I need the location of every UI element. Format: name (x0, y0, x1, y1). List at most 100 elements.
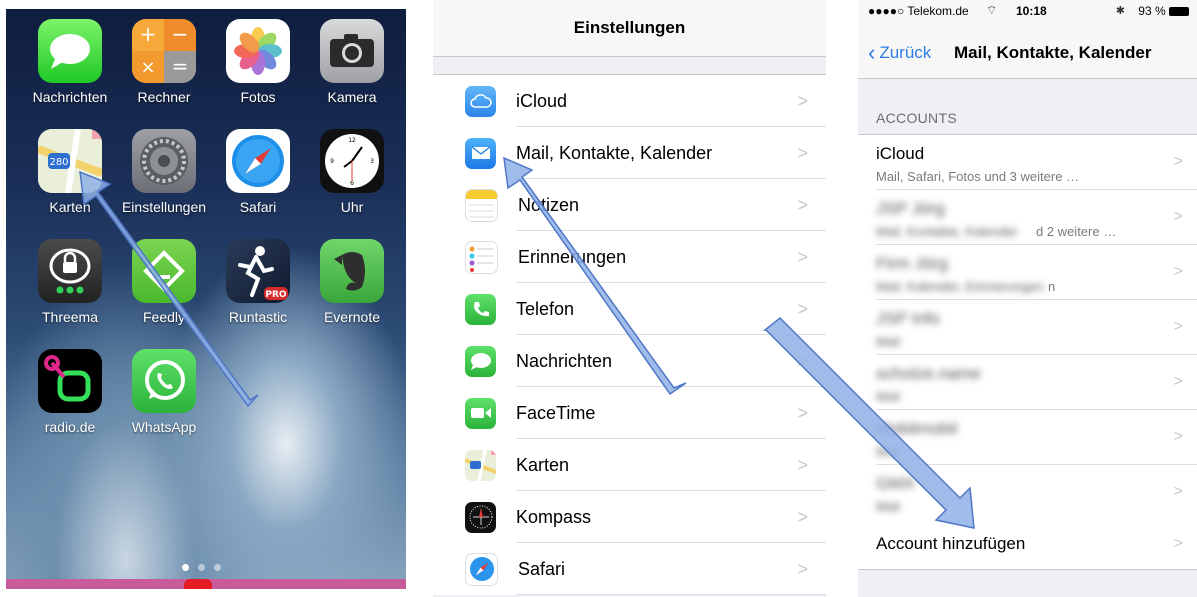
settings-item-label: Erinnerungen (518, 246, 627, 267)
chevron-left-icon: ‹ (868, 40, 876, 65)
chevron-right-icon: > (797, 507, 808, 527)
app-kamera[interactable]: Kamera (304, 19, 400, 105)
chevron-right-icon: > (1173, 153, 1183, 170)
clock-icon: 12 3 6 9 (320, 129, 384, 193)
mail-accounts-screen: ●●●●○ Telekom.de ⌔ 10:18 ✱ 93 % ‹ Zurück… (858, 0, 1197, 597)
app-feedly[interactable]: Feedly (116, 239, 212, 325)
svg-text:PRO: PRO (265, 290, 287, 300)
app-label: WhatsApp (131, 419, 197, 435)
settings-item-mail[interactable]: Mail, Kontakte, Kalender > (433, 127, 826, 179)
settings-title: Einstellungen (433, 0, 826, 57)
accounts-list: iCloud Mail, Safari, Fotos und 3 weitere… (858, 134, 1197, 520)
feedly-icon (132, 239, 196, 303)
status-time: 10:18 (1016, 4, 1047, 18)
chevron-right-icon: > (1173, 263, 1183, 280)
app-uhr[interactable]: 12 3 6 9 Uhr (304, 129, 400, 215)
safari-icon (465, 552, 498, 586)
back-button[interactable]: ‹ Zurück (868, 42, 931, 64)
app-rechner[interactable]: + − × = Rechner (116, 19, 212, 105)
settings-item-notizen[interactable]: Notizen > (433, 179, 826, 231)
settings-item-erinnerungen[interactable]: Erinnerungen > (433, 231, 826, 283)
account-row-blurred[interactable]: Mobilmobil Mail > (858, 410, 1197, 465)
app-safari[interactable]: Safari (210, 129, 306, 215)
add-account-label: Account hinzufügen (876, 534, 1026, 553)
account-services: Mail, Kontakte, Kalender (876, 224, 1018, 239)
calculator-icon: + − × = (132, 19, 196, 83)
settings-item-label: iCloud (516, 90, 568, 111)
settings-item-label: Nachrichten (516, 350, 613, 371)
radio-icon (38, 349, 102, 413)
battery-percent: 93 % (1138, 4, 1166, 18)
app-einstellungen[interactable]: Einstellungen (116, 129, 212, 215)
svg-text:280: 280 (49, 157, 68, 168)
account-name: Mobilmobil (876, 419, 958, 438)
account-name: JSP Jörg (876, 199, 945, 218)
notes-icon (465, 188, 498, 222)
account-name: iCloud (876, 144, 925, 163)
chevron-right-icon: > (1173, 483, 1183, 500)
account-row-blurred[interactable]: scholze.name Mail > (858, 355, 1197, 410)
threema-icon (38, 239, 102, 303)
page-title: Mail, Kontakte, Kalender (954, 43, 1152, 62)
app-label: Karten (49, 199, 91, 215)
app-radio[interactable]: radio.de (22, 349, 118, 435)
account-row-blurred[interactable]: Firm Jörg Mail, Kalender, Erinnerungen n… (858, 245, 1197, 300)
account-services: Mail (876, 389, 900, 404)
settings-item-facetime[interactable]: FaceTime > (433, 387, 826, 439)
settings-item-nachrichten[interactable]: Nachrichten > (433, 335, 826, 387)
app-label: Uhr (340, 199, 364, 215)
compass-icon (465, 501, 496, 533)
svg-text:3: 3 (370, 158, 374, 165)
carrier-signal: ●●●●○ Telekom.de (868, 4, 969, 18)
app-karten[interactable]: 280 Karten (22, 129, 118, 215)
settings-item-icloud[interactable]: iCloud > (433, 75, 826, 127)
section-header-accounts: ACCOUNTS (876, 110, 957, 126)
page-indicator[interactable] (182, 564, 221, 571)
settings-item-karten[interactable]: Karten > (433, 439, 826, 491)
reminders-icon (465, 240, 498, 274)
settings-item-label: Telefon (516, 298, 575, 319)
account-row-blurred[interactable]: JSP Info Mail > (858, 300, 1197, 355)
app-nachrichten[interactable]: Nachrichten (22, 19, 118, 105)
chevron-right-icon: > (797, 403, 808, 423)
settings-item-telefon[interactable]: Telefon > (433, 283, 826, 335)
svg-text:=: = (172, 54, 189, 78)
settings-screen: Einstellungen iCloud > Mail, Kontakte, K… (433, 0, 826, 597)
add-account-button[interactable]: Account hinzufügen > (858, 519, 1197, 570)
facetime-icon (465, 397, 496, 429)
navigation-bar: ‹ Zurück Mail, Kontakte, Kalender (858, 22, 1197, 79)
app-fotos[interactable]: Fotos (210, 19, 306, 105)
app-label: Einstellungen (121, 199, 207, 215)
phone-icon (465, 293, 496, 325)
runtastic-icon: PRO (226, 239, 290, 303)
account-row-blurred[interactable]: GMX Mail > (858, 465, 1197, 520)
chevron-right-icon: > (797, 91, 808, 111)
account-row-blurred[interactable]: JSP Jörg Mail, Kontakte, Kalender d 2 we… (858, 190, 1197, 245)
messages-icon (465, 345, 496, 377)
bluetooth-icon: ✱ (1115, 5, 1125, 17)
wifi-icon: ⌔ (986, 3, 998, 17)
chevron-right-icon: > (1173, 373, 1183, 390)
app-label: Safari (239, 199, 277, 215)
app-threema[interactable]: Threema (22, 239, 118, 325)
settings-item-kompass[interactable]: Kompass > (433, 491, 826, 543)
account-name: GMX (876, 474, 915, 493)
settings-item-label: Karten (516, 454, 570, 475)
settings-item-safari[interactable]: Safari > (433, 543, 826, 595)
photos-icon (226, 19, 290, 83)
evernote-icon (320, 239, 384, 303)
app-label: Kamera (327, 89, 377, 105)
account-services: Mail (876, 334, 900, 349)
app-evernote[interactable]: Evernote (304, 239, 400, 325)
account-row-icloud[interactable]: iCloud Mail, Safari, Fotos und 3 weitere… (858, 135, 1197, 190)
dock-app-partial[interactable] (184, 579, 212, 589)
app-runtastic[interactable]: PRO Runtastic (210, 239, 306, 325)
svg-text:+: + (140, 22, 157, 46)
chevron-right-icon: > (797, 143, 808, 163)
icloud-icon (465, 85, 496, 117)
settings-item-label: Kompass (516, 506, 592, 527)
chevron-right-icon: > (797, 351, 808, 371)
app-label: Rechner (137, 89, 191, 105)
app-whatsapp[interactable]: WhatsApp (116, 349, 212, 435)
maps-icon: 280 (38, 129, 102, 193)
